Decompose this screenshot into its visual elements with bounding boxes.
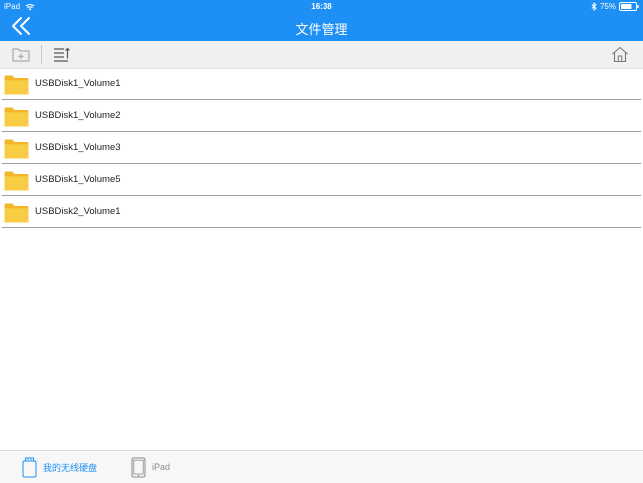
tab-my-wireless-drive[interactable]: 我的无线硬盘 bbox=[22, 456, 97, 478]
file-list: USBDisk1_Volume1 USBDisk1_Volume2 USBDisk1… bbox=[2, 68, 641, 228]
sort-icon bbox=[54, 47, 70, 62]
status-right: 75% bbox=[591, 2, 639, 11]
file-name: USBDisk2_Volume1 bbox=[35, 206, 121, 217]
file-name: USBDisk1_Volume2 bbox=[35, 110, 121, 121]
file-row[interactable]: USBDisk1_Volume1 bbox=[2, 68, 641, 100]
home-icon bbox=[612, 46, 628, 63]
status-bar: iPad 16:38 75% bbox=[0, 0, 643, 14]
file-name: USBDisk1_Volume1 bbox=[35, 78, 121, 89]
toolbar-divider bbox=[41, 45, 42, 64]
file-row[interactable]: USBDisk1_Volume2 bbox=[2, 100, 641, 132]
tab-ipad[interactable]: iPad bbox=[131, 456, 170, 478]
battery-icon bbox=[619, 2, 639, 11]
battery-percent: 75% bbox=[599, 2, 616, 11]
battery-fill bbox=[621, 4, 632, 9]
tab-label: 我的无线硬盘 bbox=[43, 462, 98, 473]
storage-drive-icon bbox=[22, 457, 37, 477]
bluetooth-icon bbox=[591, 2, 597, 11]
new-folder-icon bbox=[12, 48, 30, 62]
toolbar bbox=[0, 41, 643, 69]
folder-icon bbox=[4, 203, 29, 223]
file-row[interactable]: USBDisk1_Volume5 bbox=[2, 164, 641, 196]
tablet-icon bbox=[131, 457, 146, 477]
status-time: 16:38 bbox=[311, 2, 332, 11]
folder-icon bbox=[4, 139, 29, 159]
new-folder-button[interactable] bbox=[12, 46, 30, 63]
folder-icon bbox=[4, 171, 29, 191]
page-title: 文件管理 bbox=[295, 22, 348, 37]
tab-bar: 我的无线硬盘 iPad bbox=[0, 450, 643, 483]
tab-label: iPad bbox=[152, 462, 171, 472]
home-button[interactable] bbox=[611, 46, 629, 63]
file-row[interactable]: USBDisk2_Volume1 bbox=[2, 196, 641, 228]
folder-icon bbox=[4, 75, 29, 95]
file-name: USBDisk1_Volume5 bbox=[35, 174, 121, 185]
top-bar: iPad 16:38 75% 文件管理 bbox=[0, 0, 643, 41]
file-name: USBDisk1_Volume3 bbox=[35, 142, 121, 153]
file-row[interactable]: USBDisk1_Volume3 bbox=[2, 132, 641, 164]
folder-icon bbox=[4, 107, 29, 127]
sort-button[interactable] bbox=[53, 46, 71, 63]
